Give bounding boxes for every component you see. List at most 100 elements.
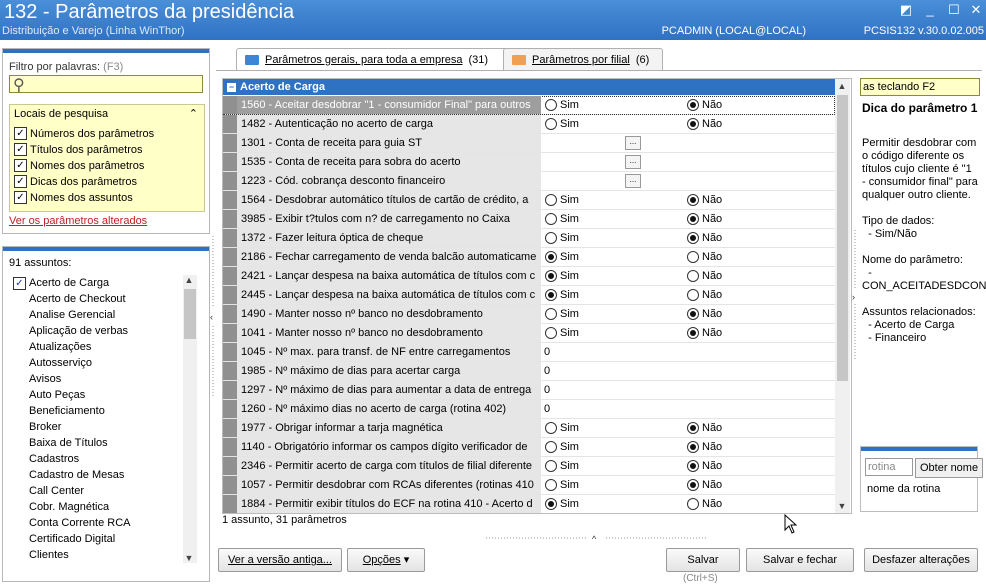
radio-sim[interactable] xyxy=(545,422,557,434)
checkbox-icon[interactable]: ✓ xyxy=(13,277,26,290)
radio-nao[interactable] xyxy=(687,441,699,453)
parameter-row[interactable]: 1490 - Manter nosso nº banco no desdobra… xyxy=(223,305,835,324)
parameter-row[interactable]: 2421 - Lançar despesa na baixa automátic… xyxy=(223,267,835,286)
number-value[interactable]: 0 xyxy=(544,362,550,380)
parameter-row[interactable]: 1884 - Permitir exibir títulos do ECF na… xyxy=(223,495,835,513)
subject-item[interactable]: Avisos xyxy=(11,371,183,387)
subject-item[interactable]: Broker xyxy=(11,419,183,435)
subject-item[interactable]: Certificado Digital xyxy=(11,531,183,547)
scroll-thumb[interactable] xyxy=(837,95,848,381)
option-titles[interactable]: ✓ Títulos dos parâmetros xyxy=(14,143,143,156)
subject-item[interactable]: Aplicação de verbas xyxy=(11,323,183,339)
checkbox-icon[interactable]: ✓ xyxy=(14,175,27,188)
scroll-down-icon[interactable]: ▼ xyxy=(836,501,848,511)
parameter-row[interactable]: 1482 - Autenticação no acerto de carga Si… xyxy=(223,115,835,134)
tip-search-input[interactable]: as teclando F2 xyxy=(860,78,980,96)
subject-item[interactable]: Call Center xyxy=(11,483,183,499)
radio-sim[interactable] xyxy=(545,308,557,320)
altered-params-link[interactable]: Ver os parâmetros alterados xyxy=(9,215,147,227)
scroll-up-icon[interactable]: ▲ xyxy=(183,275,195,285)
parameter-row[interactable]: 1260 - Nº máximo dias no acerto de carga… xyxy=(223,400,835,419)
filter-input[interactable] xyxy=(9,75,203,93)
subject-item[interactable]: Cobr. Magnética xyxy=(11,499,183,515)
radio-sim[interactable] xyxy=(545,460,557,472)
radio-sim[interactable] xyxy=(545,270,557,282)
ellipsis-button[interactable]: ... xyxy=(625,174,641,188)
radio-nao[interactable] xyxy=(687,118,699,130)
parameter-row[interactable]: 1045 - Nº max. para transf. de NF entre … xyxy=(223,343,835,362)
radio-nao[interactable] xyxy=(687,422,699,434)
subject-item[interactable]: Acerto de Checkout xyxy=(11,291,183,307)
save-button[interactable]: Salvar xyxy=(666,548,740,572)
ellipsis-button[interactable]: ... xyxy=(625,136,641,150)
checkbox-icon[interactable]: ✓ xyxy=(14,127,27,140)
radio-sim[interactable] xyxy=(545,118,557,130)
radio-sim[interactable] xyxy=(545,479,557,491)
radio-sim[interactable] xyxy=(545,327,557,339)
radio-nao[interactable] xyxy=(687,99,699,111)
radio-sim[interactable] xyxy=(545,498,557,510)
collapse-minus-icon[interactable]: − xyxy=(227,83,236,92)
tip-splitter[interactable]: › xyxy=(852,230,858,360)
subject-item[interactable]: Autosserviço xyxy=(11,355,183,371)
radio-nao[interactable] xyxy=(687,194,699,206)
subject-item[interactable]: Cadastro de Mesas xyxy=(11,467,183,483)
parameter-row[interactable]: 1297 - Nº máximo de dias para aumentar a… xyxy=(223,381,835,400)
radio-nao[interactable] xyxy=(687,327,699,339)
subject-item[interactable]: Conta Corrente RCA xyxy=(11,515,183,531)
old-version-button[interactable]: Ver a versão antiga... xyxy=(218,548,342,572)
parameter-row[interactable]: 1977 - Obrigar informar a tarja magnétic… xyxy=(223,419,835,438)
vertical-splitter[interactable]: ‹ xyxy=(210,236,216,396)
subject-item[interactable]: ✓ Acerto de Carga xyxy=(11,275,183,291)
grid-scrollbar[interactable]: ▲ ▼ xyxy=(835,79,850,513)
checkbox-icon[interactable]: ✓ xyxy=(14,191,27,204)
subject-item[interactable]: Clientes xyxy=(11,547,183,563)
radio-sim[interactable] xyxy=(545,99,557,111)
radio-sim[interactable] xyxy=(545,289,557,301)
parameter-row[interactable]: 1560 - Aceitar desdobrar "1 - consumidor… xyxy=(223,96,835,115)
parameter-row[interactable]: 2346 - Permitir acerto de carga com títu… xyxy=(223,457,835,476)
radio-nao[interactable] xyxy=(687,308,699,320)
option-tips[interactable]: ✓ Dicas dos parâmetros xyxy=(14,175,137,188)
option-numbers[interactable]: ✓ Números dos parâmetros xyxy=(14,127,154,140)
radio-nao[interactable] xyxy=(687,213,699,225)
number-value[interactable]: 0 xyxy=(544,400,550,418)
rotina-input[interactable]: rotina xyxy=(865,458,913,476)
restore-icon[interactable]: ◩ xyxy=(896,2,916,18)
undo-button[interactable]: Desfazer alterações xyxy=(864,548,978,572)
radio-nao[interactable] xyxy=(687,232,699,244)
radio-nao[interactable] xyxy=(687,498,699,510)
radio-nao[interactable] xyxy=(687,270,699,282)
radio-nao[interactable] xyxy=(687,251,699,263)
parameter-row[interactable]: 2186 - Fechar carregamento de venda balc… xyxy=(223,248,835,267)
radio-sim[interactable] xyxy=(545,194,557,206)
parameter-row[interactable]: 1041 - Manter nosso nº banco no desdobra… xyxy=(223,324,835,343)
number-value[interactable]: 0 xyxy=(544,343,550,361)
number-value[interactable]: 0 xyxy=(544,381,550,399)
close-icon[interactable]: ✕ xyxy=(966,2,986,18)
subjects-scrollbar[interactable]: ▲ ▼ xyxy=(183,275,197,563)
radio-sim[interactable] xyxy=(545,441,557,453)
collapse-icon[interactable]: ⌃ xyxy=(189,107,198,120)
parameter-row[interactable]: 1372 - Fazer leitura óptica de cheque Sim… xyxy=(223,229,835,248)
parameter-row[interactable]: 1301 - Conta de receita para guia ST... xyxy=(223,134,835,153)
parameter-row[interactable]: 1564 - Desdobrar automático títulos de c… xyxy=(223,191,835,210)
radio-sim[interactable] xyxy=(545,251,557,263)
checkbox-icon[interactable]: ✓ xyxy=(14,159,27,172)
scroll-up-icon[interactable]: ▲ xyxy=(836,81,848,91)
radio-sim[interactable] xyxy=(545,232,557,244)
subject-item[interactable]: Analise Gerencial xyxy=(11,307,183,323)
ellipsis-button[interactable]: ... xyxy=(625,155,641,169)
options-button[interactable]: Opções ▾ xyxy=(347,548,425,572)
horizontal-splitter[interactable]: ^ xyxy=(486,534,706,544)
group-header[interactable]: − Acerto de Carga xyxy=(223,79,835,95)
radio-nao[interactable] xyxy=(687,479,699,491)
option-subjects[interactable]: ✓ Nomes dos assuntos xyxy=(14,191,133,204)
get-name-button[interactable]: Obter nome xyxy=(915,458,983,478)
minimize-icon[interactable]: _ xyxy=(920,2,940,17)
parameter-row[interactable]: 2445 - Lançar despesa na baixa automátic… xyxy=(223,286,835,305)
tab-general-params[interactable]: Parâmetros gerais, para toda a empresa (… xyxy=(236,48,512,71)
maximize-icon[interactable]: ☐ xyxy=(944,2,964,18)
subject-item[interactable]: Baixa de Títulos xyxy=(11,435,183,451)
radio-nao[interactable] xyxy=(687,460,699,472)
